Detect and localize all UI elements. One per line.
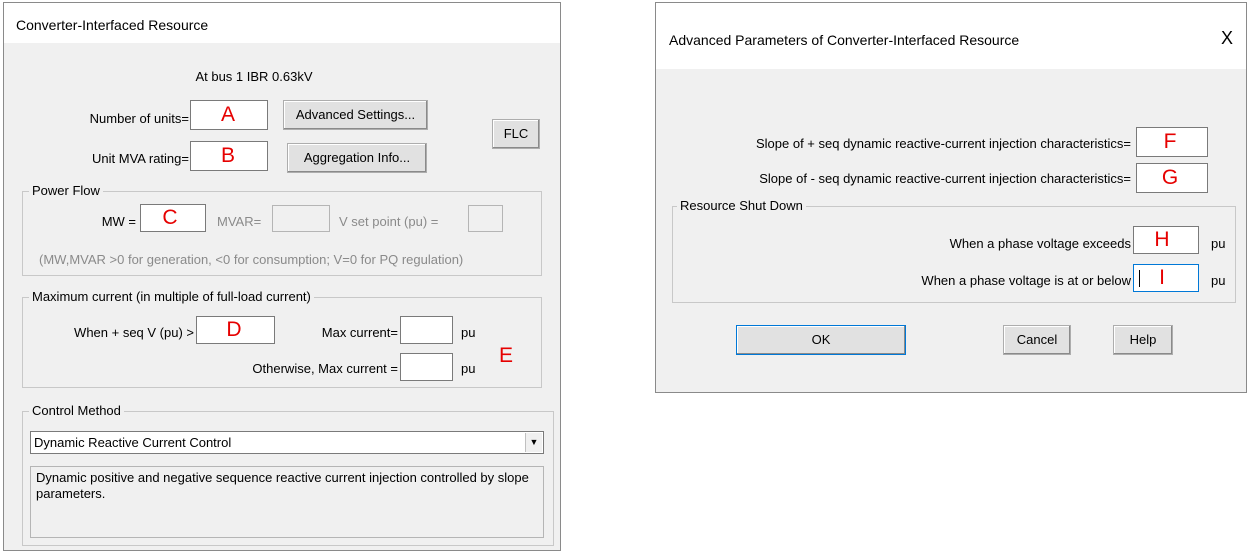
aggregation-info-button[interactable]: Aggregation Info... [287,143,427,173]
neg-slope-label: Slope of - seq dynamic reactive-current … [759,171,1131,186]
num-units-field[interactable]: A [190,100,268,130]
cancel-button[interactable]: Cancel [1003,325,1071,355]
bus-info: At bus 1 IBR 0.63kV [195,69,313,84]
num-units-label: Number of units= [89,111,189,126]
max-current-label: Max current= [321,325,398,340]
text-caret [1139,270,1140,287]
pos-slope-field[interactable]: F [1136,127,1208,157]
flc-button[interactable]: FLC [492,119,540,149]
mw-label: MW = [101,214,136,229]
marker-f: F [1163,130,1177,153]
title-bar: Advanced Parameters of Converter-Interfa… [656,3,1246,69]
otherwise-label: Otherwise, Max current = [252,361,398,376]
control-method-value: Dynamic Reactive Current Control [34,435,232,450]
chevron-down-icon[interactable]: ▼ [525,433,542,452]
marker-d: D [226,318,242,341]
mw-field[interactable]: C [140,204,206,232]
advanced-parameters-dialog: Advanced Parameters of Converter-Interfa… [655,2,1247,393]
shutdown-title: Resource Shut Down [677,198,806,213]
pos-slope-label: Slope of + seq dynamic reactive-current … [755,136,1131,151]
converter-resource-dialog: Converter-Interfaced Resource At bus 1 I… [3,2,561,551]
neg-slope-field[interactable]: G [1136,163,1208,193]
max-current-title: Maximum current (in multiple of full-loa… [29,289,314,304]
max-current-unit: pu [461,325,476,340]
exceeds-field[interactable]: H [1133,226,1199,254]
below-field[interactable]: I [1133,264,1199,292]
advanced-settings-button[interactable]: Advanced Settings... [283,100,428,130]
mvar-field [272,205,330,232]
below-unit: pu [1211,273,1226,288]
marker-b: B [220,144,235,167]
power-flow-note: (MW,MVAR >0 for generation, <0 for consu… [39,252,464,267]
vset-field [468,205,503,232]
marker-a: A [220,103,235,126]
marker-g: G [1161,166,1179,189]
exceeds-unit: pu [1211,236,1226,251]
dialog-title: Advanced Parameters of Converter-Interfa… [669,32,1020,48]
vset-label: V set point (pu) = [339,214,439,229]
marker-h: H [1154,228,1170,251]
exceeds-label: When a phase voltage exceeds [949,236,1131,251]
control-method-select[interactable]: Dynamic Reactive Current Control ▼ [30,431,544,454]
otherwise-field[interactable] [400,353,453,381]
otherwise-unit: pu [461,361,476,376]
control-method-description: Dynamic positive and negative sequence r… [30,466,544,538]
when-seq-v-field[interactable]: D [196,316,275,344]
ok-button[interactable]: OK [736,325,906,355]
close-icon[interactable]: X [1221,28,1233,49]
title-bar: Converter-Interfaced Resource [4,3,560,43]
below-label: When a phase voltage is at or below [921,273,1131,288]
marker-i: I [1159,266,1165,289]
when-seq-v-label: When + seq V (pu) > [74,325,194,340]
power-flow-title: Power Flow [29,183,103,198]
help-button[interactable]: Help [1113,325,1173,355]
mvar-label: MVAR= [217,214,262,229]
marker-c: C [162,206,178,229]
max-current-field[interactable] [400,316,453,344]
marker-e: E [498,344,513,367]
unit-mva-label: Unit MVA rating= [92,151,189,166]
dialog-title: Converter-Interfaced Resource [16,17,209,33]
control-method-title: Control Method [29,403,124,418]
unit-mva-field[interactable]: B [190,141,268,171]
